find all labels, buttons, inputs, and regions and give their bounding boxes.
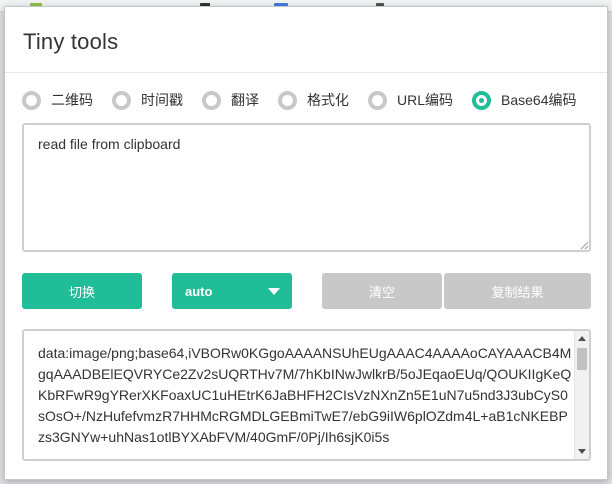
mode-radio-base64[interactable]: Base64编码: [472, 90, 577, 110]
mode-radio-timestamp[interactable]: 时间戳: [112, 90, 183, 110]
encoding-select-value: auto: [185, 283, 213, 299]
mode-label: 格式化: [307, 92, 349, 108]
mode-selector: 二维码 时间戳 翻译 格式化 URL编码 Base64编码: [22, 87, 607, 113]
mode-radio-url-encode[interactable]: URL编码: [368, 90, 453, 110]
popup-header: Tiny tools: [5, 7, 607, 73]
caret-down-icon: [268, 287, 280, 295]
radio-button-checked-icon[interactable]: [472, 90, 492, 110]
radio-button-icon[interactable]: [202, 90, 221, 110]
radio-button-icon[interactable]: [112, 90, 131, 110]
mode-label: Base64编码: [501, 92, 577, 108]
radio-button-icon[interactable]: [368, 90, 387, 110]
output-scrollbar[interactable]: [574, 331, 589, 459]
mode-label: 二维码: [51, 92, 93, 108]
radio-button-icon[interactable]: [22, 90, 41, 110]
output-text: data:image/png;base64,iVBORw0KGgoAAAANSU…: [38, 345, 572, 445]
output-area[interactable]: data:image/png;base64,iVBORw0KGgoAAAANSU…: [22, 329, 591, 461]
scrollbar-thumb[interactable]: [577, 348, 587, 370]
mode-radio-format[interactable]: 格式化: [278, 90, 349, 110]
mode-radio-qrcode[interactable]: 二维码: [22, 90, 93, 110]
switch-button[interactable]: 切换: [22, 273, 142, 309]
scroll-down-arrow-icon[interactable]: [578, 449, 586, 454]
scroll-up-arrow-icon[interactable]: [578, 336, 586, 341]
radio-button-icon[interactable]: [278, 90, 297, 110]
clear-button[interactable]: 清空: [322, 273, 442, 309]
mode-radio-translate[interactable]: 翻译: [202, 90, 259, 110]
mode-label: URL编码: [397, 92, 454, 108]
encoding-select[interactable]: auto: [172, 273, 292, 309]
resize-grip-icon[interactable]: [580, 241, 589, 250]
copy-result-button[interactable]: 复制结果: [444, 273, 591, 309]
page-title: Tiny tools: [23, 29, 119, 54]
input-textarea[interactable]: read file from clipboard: [22, 123, 591, 252]
mode-label: 翻译: [231, 92, 259, 108]
mode-label: 时间戳: [141, 92, 183, 108]
tiny-tools-popup: Tiny tools 二维码 时间戳 翻译 格式化 URL编码 Base64编码…: [4, 6, 608, 480]
